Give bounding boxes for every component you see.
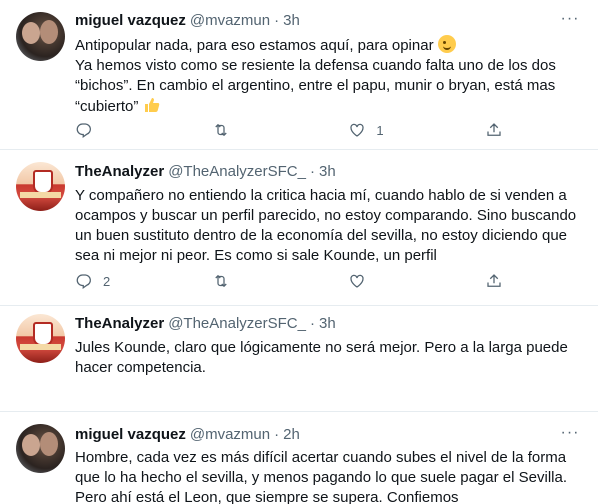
tweet[interactable]: TheAnalyzer @TheAnalyzerSFC_ · 3h Y comp… [0,150,598,306]
avatar[interactable] [16,314,65,363]
reply-count: 2 [103,273,111,289]
like-count: 1 [376,122,384,138]
tweet-actions: 1 [75,121,505,139]
tweet-text: Jules Kounde, claro que lógicamente no s… [75,338,580,378]
separator: · [309,163,315,180]
more-icon[interactable]: ··· [560,425,580,448]
conversation-feed: miguel vazquez @mvazmun · 3h ··· Antipop… [0,0,598,504]
tweet-text: Hombre, cada vez es más difícil acertar … [75,448,580,504]
author-handle[interactable]: @TheAnalyzerSFC_ [168,315,306,332]
tweet-text: Y compañero no entiendo la critica hacia… [75,186,580,266]
retweet-icon [214,123,227,137]
tweet-actions: 2 [75,272,505,290]
retweet-button[interactable] [212,272,272,290]
timestamp[interactable]: 2h [283,426,300,443]
tweet[interactable]: miguel vazquez @mvazmun · 2h ··· Hombre,… [0,412,598,504]
reply-button[interactable]: 2 [75,272,135,290]
wink-emoji-icon [437,35,456,53]
separator: · [274,426,280,443]
separator: · [274,12,280,29]
avatar[interactable] [16,12,65,61]
share-button[interactable] [485,272,505,290]
like-button[interactable] [348,272,408,290]
tweet-header: TheAnalyzer @TheAnalyzerSFC_ · 3h [75,315,336,332]
timestamp[interactable]: 3h [283,12,300,29]
tweet-text-line: Y compañero no entiendo la critica hacia… [75,187,577,264]
tweet[interactable]: TheAnalyzer @TheAnalyzerSFC_ · 3h Jules … [0,306,598,412]
reply-icon [76,274,91,289]
heart-icon [350,123,364,137]
timestamp[interactable]: 3h [319,163,336,180]
author-name[interactable]: miguel vazquez [75,12,186,29]
share-icon [487,274,501,287]
share-button[interactable] [485,121,505,139]
heart-icon [350,274,364,288]
retweet-icon [214,274,227,288]
separator: · [309,315,315,332]
author-handle[interactable]: @mvazmun [190,426,270,443]
avatar[interactable] [16,162,65,211]
tweet-header: miguel vazquez @mvazmun · 2h [75,426,300,443]
retweet-button[interactable] [212,121,272,139]
tweet-text-line: Jules Kounde, claro que lógicamente no s… [75,339,568,376]
thumbs-up-emoji-icon [144,98,159,112]
share-icon [487,123,501,136]
author-handle[interactable]: @mvazmun [190,12,270,29]
author-handle[interactable]: @TheAnalyzerSFC_ [168,163,306,180]
like-button[interactable]: 1 [348,121,408,139]
tweet-header: miguel vazquez @mvazmun · 3h [75,12,300,29]
author-name[interactable]: miguel vazquez [75,426,186,443]
reply-icon [76,123,91,138]
author-name[interactable]: TheAnalyzer [75,163,164,180]
tweet-text: Antipopular nada, para eso estamos aquí,… [75,35,580,117]
tweet-header: TheAnalyzer @TheAnalyzerSFC_ · 3h [75,163,336,180]
author-name[interactable]: TheAnalyzer [75,315,164,332]
tweet[interactable]: miguel vazquez @mvazmun · 3h ··· Antipop… [0,0,598,150]
tweet-text-line: Hombre, cada vez es más difícil acertar … [75,449,567,504]
avatar[interactable] [16,424,65,473]
more-icon[interactable]: ··· [560,11,580,34]
timestamp[interactable]: 3h [319,315,336,332]
tweet-text-line: Antipopular nada, para eso estamos aquí,… [75,37,434,54]
reply-button[interactable] [75,121,135,139]
